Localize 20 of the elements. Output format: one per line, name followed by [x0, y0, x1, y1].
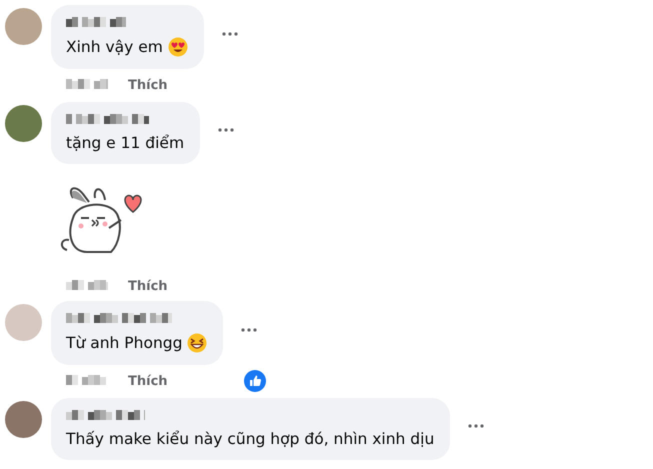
more-options-icon — [240, 327, 258, 333]
comment-text: tặng e 11 điểm — [66, 134, 184, 152]
heart-eyes-emoji-icon — [168, 37, 188, 57]
avatar[interactable] — [5, 401, 42, 438]
pixelated-timestamp — [66, 79, 108, 91]
comment-text: Xinh vậy em — [66, 38, 163, 56]
avatar[interactable] — [5, 8, 42, 45]
more-options-icon — [220, 31, 239, 37]
pixelated-name — [66, 17, 126, 29]
more-options-icon — [467, 423, 486, 429]
avatar[interactable] — [5, 105, 42, 142]
pixelated-timestamp — [66, 375, 108, 387]
comment-text: Thấy make kiểu này cũng hợp đó, nhìn xinh dịu — [66, 430, 434, 448]
like-link[interactable]: Thích — [128, 374, 168, 388]
pixelated-timestamp — [66, 280, 108, 292]
like-link[interactable]: Thích — [128, 78, 168, 92]
like-link[interactable]: Thích — [128, 278, 168, 294]
comment-text: Từ anh Phongg — [66, 334, 182, 352]
more-options-icon — [217, 127, 236, 133]
laughing-emoji-icon — [187, 333, 208, 353]
